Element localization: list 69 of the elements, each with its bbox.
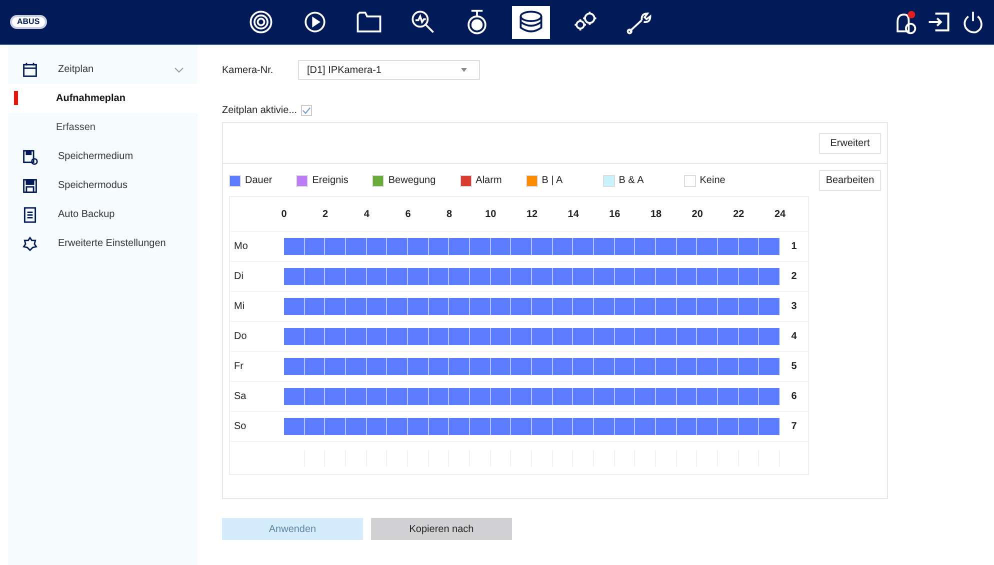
caret-icon: [461, 68, 467, 72]
hour-label: 22: [733, 209, 744, 220]
schedule-enable-label: Zeitplan aktivie...: [222, 105, 298, 116]
hour-label: 14: [568, 209, 579, 220]
hour-label: 2: [322, 209, 328, 220]
day-label: Do: [233, 331, 248, 342]
day-number: 7: [790, 421, 798, 432]
legend-swatch[interactable]: [460, 174, 472, 186]
hour-label: 16: [609, 209, 620, 220]
legend-label: Keine: [700, 175, 726, 186]
legend-label: Dauer: [245, 175, 272, 186]
recording-bar[interactable]: [284, 418, 780, 435]
legend-label: Ereignis: [312, 175, 348, 186]
sidebar-subitem[interactable]: Aufnahmeplan: [8, 84, 198, 113]
day-number: 4: [790, 331, 798, 342]
day-label: Sa: [233, 391, 248, 402]
legend-swatch[interactable]: [684, 174, 696, 186]
recording-bar[interactable]: [284, 238, 780, 255]
logo: ABUS: [10, 15, 47, 29]
hour-label: 4: [364, 209, 370, 220]
disk-icon: [22, 148, 38, 164]
legend-label: B | A: [542, 175, 563, 186]
day-number: 2: [790, 271, 798, 282]
recording-bar[interactable]: [284, 298, 780, 315]
day-number: 5: [790, 361, 798, 372]
legend-swatch[interactable]: [602, 174, 615, 186]
copy-to-button[interactable]: Kopieren nach: [371, 518, 512, 540]
legend-label: B & A: [618, 175, 644, 186]
day-label: Fr: [233, 361, 244, 372]
hour-label: 10: [485, 209, 496, 220]
floppy-icon: [22, 178, 38, 194]
legend-label: Alarm: [476, 175, 502, 186]
checkbox[interactable]: [301, 105, 312, 116]
legend-label: Bewegung: [388, 175, 436, 186]
day-number: 6: [790, 391, 798, 402]
legend-swatch[interactable]: [526, 174, 538, 186]
day-number: 1: [790, 241, 798, 252]
sidebar-subitem[interactable]: Erfassen: [8, 113, 198, 142]
document-icon: [22, 206, 38, 222]
hour-label: 0: [281, 209, 287, 220]
hour-label: 6: [405, 209, 411, 220]
sidebar-item[interactable]: Erweiterte Einstellungen: [8, 229, 198, 258]
calendar-icon: [22, 62, 38, 78]
recording-bar[interactable]: [284, 328, 780, 345]
hour-label: 12: [526, 209, 538, 220]
day-label: Mi: [233, 301, 246, 312]
day-label: Di: [233, 271, 244, 282]
storage-tab[interactable]: [512, 6, 550, 38]
recording-bar[interactable]: [284, 388, 780, 405]
day-number: 3: [790, 301, 798, 312]
hour-label: 20: [692, 209, 703, 220]
sidebar-item[interactable]: Speichermodus: [8, 171, 198, 200]
camera-label: Kamera-Nr.: [222, 64, 274, 76]
recording-bar[interactable]: [284, 358, 780, 375]
hour-label: 18: [650, 209, 662, 220]
legend-swatch[interactable]: [229, 174, 241, 186]
advanced-button[interactable]: Erweitert: [819, 132, 881, 154]
edit-button[interactable]: Bearbeiten: [819, 170, 881, 191]
hour-label: 8: [446, 209, 452, 220]
hour-label: 24: [774, 209, 786, 220]
sidebar-item[interactable]: Auto Backup: [8, 200, 198, 229]
legend-swatch[interactable]: [296, 174, 308, 186]
camera-select[interactable]: [D1] IPKamera-1: [298, 60, 480, 80]
day-label: Mo: [233, 241, 249, 252]
recording-bar[interactable]: [284, 268, 780, 285]
legend-swatch[interactable]: [372, 174, 384, 186]
sidebar-item[interactable]: Zeitplan: [8, 55, 198, 84]
sidebar-item[interactable]: Speichermedium: [8, 142, 198, 171]
day-label: So: [233, 421, 248, 432]
